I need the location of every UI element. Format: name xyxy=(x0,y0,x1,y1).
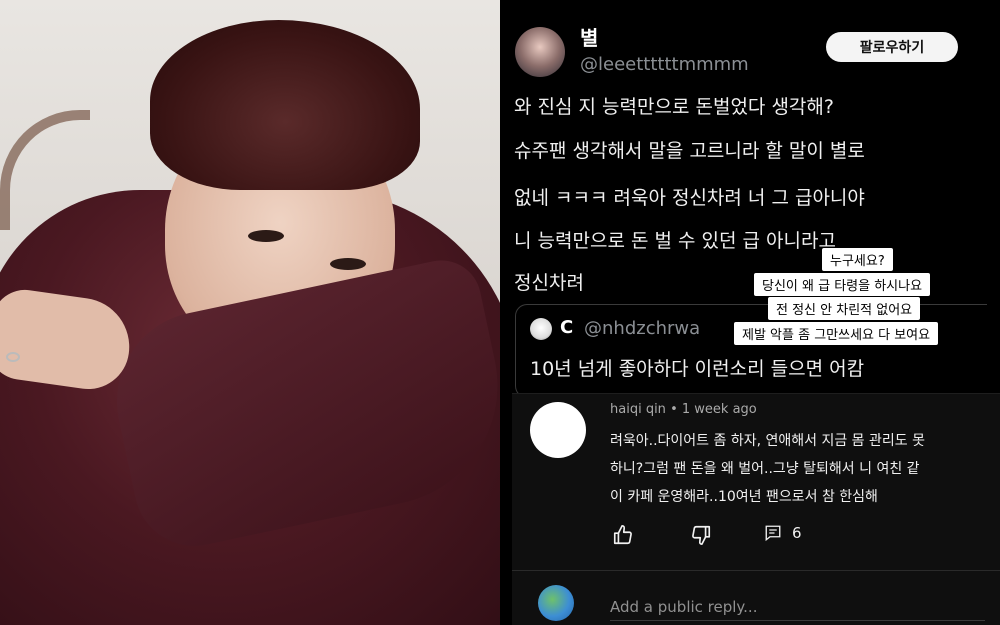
ring xyxy=(6,352,20,362)
quoted-text: 10년 넘게 좋아하다 이런소리 들으면 어캄 xyxy=(530,358,865,380)
tweet-text-line: 니 능력만으로 돈 벌 수 있던 급 아니라고 xyxy=(514,230,836,252)
quoted-handle: @nhdzchrwa xyxy=(584,318,701,339)
hair xyxy=(150,20,420,190)
reply-input-underline xyxy=(610,620,985,621)
tweet-text-line: 슈주팬 생각해서 말을 고르니라 할 말이 별로 xyxy=(514,140,865,162)
commenter-avatar[interactable] xyxy=(530,402,586,458)
tweet-text-line: 와 진심 지 능력만으로 돈벌었다 생각해? xyxy=(514,96,834,118)
reply-sticker: 누구세요? xyxy=(822,248,893,271)
tweet-text-line: 정신차려 xyxy=(514,272,584,294)
reply-input[interactable]: Add a public reply... xyxy=(610,598,757,616)
reply-count: 6 xyxy=(792,524,802,542)
comment-text-line: 이 카페 운영해라..10여년 팬으로서 참 한심해 xyxy=(610,489,878,505)
display-name[interactable]: 별 xyxy=(580,22,598,51)
meta-separator: • xyxy=(670,402,682,417)
comment-text-line: 려욱아..다이어트 좀 하자, 연애해서 지금 몸 관리도 못 xyxy=(610,433,925,449)
comment-author[interactable]: haiqi qin xyxy=(610,402,666,417)
reply-sticker: 전 정신 안 차린적 없어요 xyxy=(768,297,921,320)
quoted-name: C xyxy=(560,317,574,338)
portrait-photo xyxy=(0,0,500,625)
user-handle[interactable]: @leeettttttmmmm xyxy=(580,54,749,75)
dislike-button[interactable] xyxy=(690,524,712,546)
like-button[interactable] xyxy=(612,524,634,546)
reply-sticker: 제발 악플 좀 그만쓰세요 다 보여요 xyxy=(734,322,939,345)
left-eye xyxy=(248,230,284,242)
comment-icon xyxy=(765,525,781,542)
tweet-text-line: 없네 ㅋㅋㅋ 려욱아 정신차려 너 그 급아니야 xyxy=(514,187,865,209)
comment-text-line: 하니?그럼 팬 돈을 왜 벌어..그냥 탈퇴해서 니 여친 같 xyxy=(610,461,920,477)
reply-button[interactable]: 6 xyxy=(764,524,802,542)
globe-icon xyxy=(538,585,574,621)
thumbs-down-icon xyxy=(692,525,711,545)
comment-time: 1 week ago xyxy=(681,402,757,417)
quoted-avatar xyxy=(530,318,552,340)
thumbs-up-icon xyxy=(613,525,632,545)
follow-button[interactable]: 팔로우하기 xyxy=(826,32,958,62)
reply-sticker: 당신이 왜 급 타령을 하시나요 xyxy=(754,273,931,296)
right-eye xyxy=(330,258,366,270)
divider xyxy=(512,570,1000,571)
comment-meta: haiqi qin • 1 week ago xyxy=(610,402,757,417)
profile-avatar[interactable] xyxy=(515,27,565,77)
